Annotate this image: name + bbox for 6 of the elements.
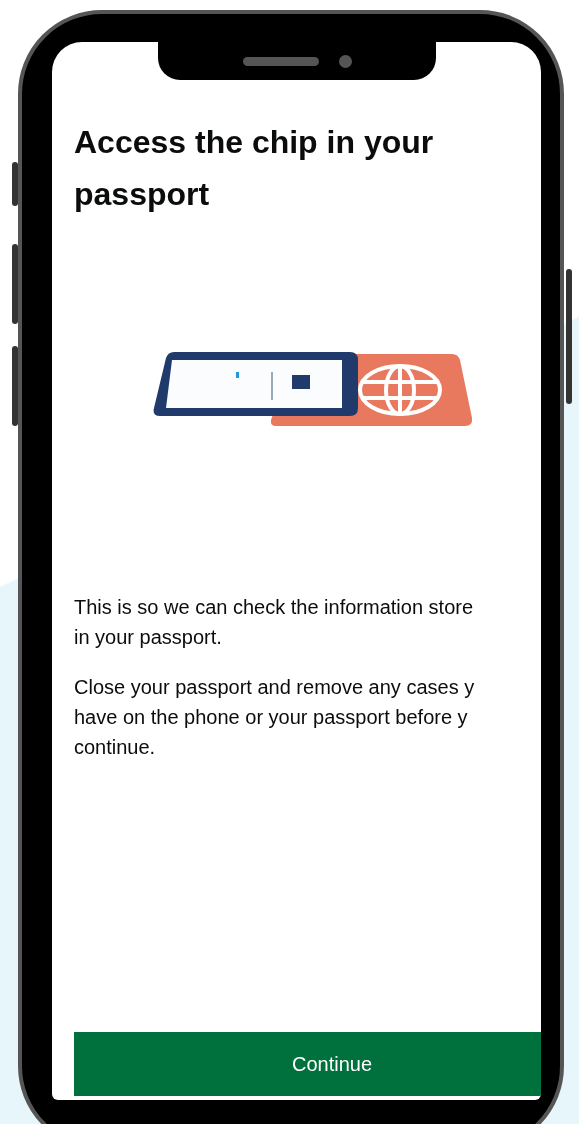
camera-icon (338, 54, 352, 68)
speaker-icon (242, 56, 319, 66)
body-paragraph: This is so we can check the information store in your passport. (74, 595, 475, 650)
body-paragraph: Close your passport and remove any cases y have on the phone or your passport before y continue. (74, 675, 476, 760)
page-heading: Access the chip in your passport (74, 123, 435, 214)
continue-button[interactable]: Continue (74, 1032, 541, 1096)
